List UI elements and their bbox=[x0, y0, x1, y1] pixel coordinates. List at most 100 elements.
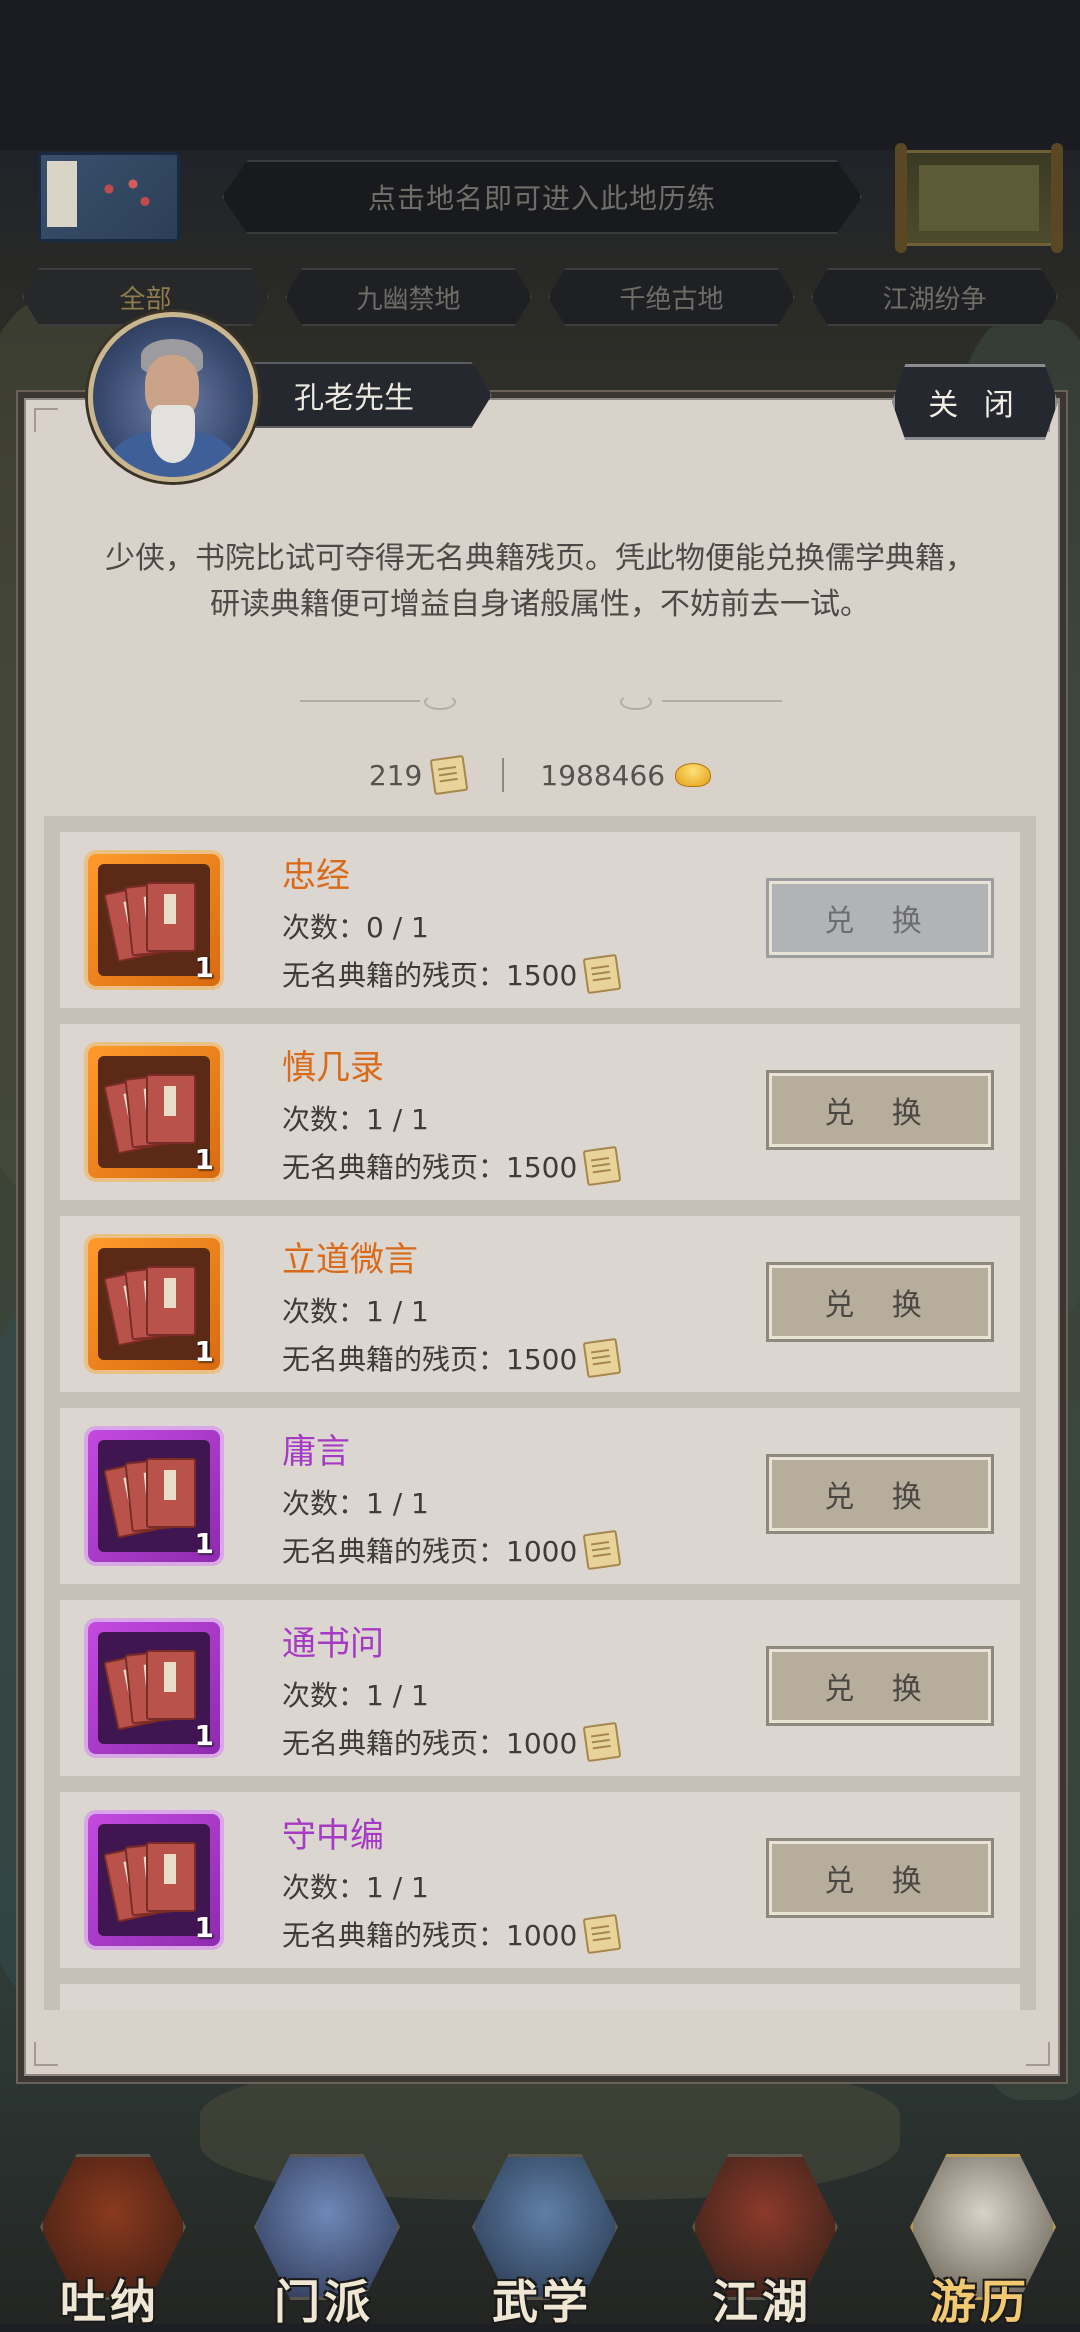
page-fragment-icon bbox=[582, 1145, 622, 1187]
item-count: 次数：1 / 1 bbox=[282, 1679, 429, 1712]
dialog-corner bbox=[34, 408, 58, 432]
region-tab-jiuyou[interactable]: 九幽禁地 bbox=[285, 268, 532, 326]
region-tab-label: 全部 bbox=[119, 284, 172, 315]
exchange-button-label: 兑 换 bbox=[824, 1672, 936, 1707]
item-name: 通书问 bbox=[282, 1624, 384, 1664]
page-fragment-icon bbox=[582, 1337, 622, 1379]
npc-intro-text: 少侠，书院比试可夺得无名典籍残页。凭此物便能兑换儒学典籍，研读典籍便可增益自身诸… bbox=[105, 541, 975, 622]
item-name: 忠经 bbox=[282, 856, 350, 896]
bottom-nav: 吐纳 门派 武学 江湖 游历 bbox=[0, 2130, 1080, 2329]
list-item: 1 通书问 次数：1 / 1 无名典籍的残页：1000 兑 换 bbox=[60, 1600, 1020, 1776]
item-icon-shenjilu[interactable]: 1 bbox=[84, 1042, 224, 1182]
gold-currency: 1988466 bbox=[540, 758, 712, 792]
gold-amount: 1988466 bbox=[540, 758, 666, 792]
nav-jianghu[interactable]: 江湖 bbox=[688, 2154, 838, 2329]
close-button[interactable]: 关 闭 bbox=[892, 364, 1058, 440]
item-quantity: 1 bbox=[194, 1335, 214, 1368]
exchange-button-label: 兑 换 bbox=[824, 1480, 936, 1515]
region-tab-label: 江湖纷争 bbox=[882, 284, 987, 315]
region-tab-qianjue[interactable]: 千绝古地 bbox=[548, 268, 795, 326]
item-icon-yongyan[interactable]: 1 bbox=[84, 1426, 224, 1566]
list-item: 1 守中编 次数：1 / 1 无名典籍的残页：1000 兑 换 bbox=[60, 1792, 1020, 1968]
book-icon bbox=[146, 1266, 196, 1336]
exchange-button[interactable]: 兑 换 bbox=[766, 1646, 994, 1726]
region-tab-jianghu[interactable]: 江湖纷争 bbox=[811, 268, 1058, 326]
item-cost: 无名典籍的残页：1000 bbox=[282, 1721, 622, 1763]
list-item: 1 慎几录 次数：1 / 1 无名典籍的残页：1500 兑 换 bbox=[60, 1024, 1020, 1200]
item-name: 庸言 bbox=[282, 1432, 350, 1472]
close-button-label: 关 闭 bbox=[928, 388, 1022, 423]
page-fragment-icon bbox=[582, 1529, 622, 1571]
page-fragment-icon bbox=[582, 1913, 622, 1955]
item-cost-text: 无名典籍的残页：1500 bbox=[282, 1151, 578, 1184]
divider-ornament-right bbox=[612, 694, 782, 710]
item-icon-zhongjing[interactable]: 1 bbox=[84, 850, 224, 990]
item-cost-text: 无名典籍的残页：1000 bbox=[282, 1727, 578, 1760]
book-icon bbox=[146, 882, 196, 952]
item-count: 次数：1 / 1 bbox=[282, 1871, 429, 1904]
npc-portrait bbox=[88, 312, 258, 482]
world-map-button[interactable] bbox=[895, 143, 1063, 253]
exchange-button-label: 兑 换 bbox=[824, 1288, 936, 1323]
item-icon-lidaoweiyan[interactable]: 1 bbox=[84, 1234, 224, 1374]
nav-youli[interactable]: 游历 bbox=[906, 2154, 1056, 2329]
item-cost: 无名典籍的残页：1500 bbox=[282, 953, 622, 995]
list-item: 1 立道微言 次数：1 / 1 无名典籍的残页：1500 兑 换 bbox=[60, 1216, 1020, 1392]
currency-separator bbox=[502, 758, 505, 792]
item-cost: 无名典籍的残页：1500 bbox=[282, 1145, 622, 1187]
map-scroll-icon bbox=[919, 165, 1039, 231]
item-count: 次数：1 / 1 bbox=[282, 1487, 429, 1520]
exchange-button[interactable]: 兑 换 bbox=[766, 1454, 994, 1534]
item-name: 立道微言 bbox=[282, 1240, 418, 1280]
book-icon bbox=[146, 1074, 196, 1144]
exchange-button-label: 兑 换 bbox=[824, 1096, 936, 1131]
item-count: 次数：0 / 1 bbox=[282, 911, 429, 944]
exchange-button[interactable]: 兑 换 bbox=[766, 1262, 994, 1342]
list-item-partial bbox=[60, 1984, 1020, 2010]
nav-label: 门派 bbox=[274, 2275, 374, 2329]
dialog-corner bbox=[1026, 2042, 1050, 2066]
page-fragment-icon bbox=[582, 1721, 622, 1763]
item-name: 守中编 bbox=[282, 1816, 384, 1856]
exchange-list[interactable]: 1 忠经 次数：0 / 1 无名典籍的残页：1500 兑 换 1 慎几录 次数：… bbox=[44, 816, 1036, 2010]
exchange-button[interactable]: 兑 换 bbox=[766, 1838, 994, 1918]
item-quantity: 1 bbox=[194, 1143, 214, 1176]
nav-wuxue[interactable]: 武学 bbox=[468, 2154, 618, 2329]
item-quantity: 1 bbox=[194, 1911, 214, 1944]
item-quantity: 1 bbox=[194, 1527, 214, 1560]
item-name: 慎几录 bbox=[282, 1048, 384, 1088]
scroll-paper bbox=[47, 161, 77, 227]
item-count: 次数：1 / 1 bbox=[282, 1103, 429, 1136]
exchange-button[interactable]: 兑 换 bbox=[766, 1070, 994, 1150]
list-item: 1 庸言 次数：1 / 1 无名典籍的残页：1000 兑 换 bbox=[60, 1408, 1020, 1584]
map-hint-text: 点击地名即可进入此地历练 bbox=[367, 182, 716, 215]
chronicle-scroll-button[interactable] bbox=[38, 152, 180, 242]
currency-bar: 219 1988466 bbox=[0, 750, 1080, 800]
book-icon bbox=[146, 1458, 196, 1528]
item-icon-tongshuwen[interactable]: 1 bbox=[84, 1618, 224, 1758]
nav-tuna[interactable]: 吐纳 bbox=[36, 2154, 186, 2329]
pages-amount: 219 bbox=[368, 758, 423, 792]
map-hint-bar: 点击地名即可进入此地历练 bbox=[222, 160, 862, 234]
nav-label: 游历 bbox=[930, 2275, 1030, 2329]
page-fragment-icon bbox=[582, 953, 622, 995]
item-cost-text: 无名典籍的残页：1000 bbox=[282, 1919, 578, 1952]
item-icon-shouzhongbian[interactable]: 1 bbox=[84, 1810, 224, 1950]
exchange-button[interactable]: 兑 换 bbox=[766, 878, 994, 958]
region-tab-label: 九幽禁地 bbox=[356, 284, 461, 315]
exchange-button-label: 兑 换 bbox=[824, 904, 936, 939]
item-quantity: 1 bbox=[194, 1719, 214, 1752]
gold-ingot-icon bbox=[675, 763, 712, 787]
item-cost-text: 无名典籍的残页：1000 bbox=[282, 1535, 578, 1568]
exchange-button-label: 兑 换 bbox=[824, 1864, 936, 1899]
dialog-corner bbox=[34, 2042, 58, 2066]
nav-label: 武学 bbox=[492, 2275, 592, 2329]
top-bar-background bbox=[0, 0, 1080, 150]
book-icon bbox=[146, 1650, 196, 1720]
item-cost-text: 无名典籍的残页：1500 bbox=[282, 1343, 578, 1376]
item-cost: 无名典籍的残页：1000 bbox=[282, 1913, 622, 1955]
item-quantity: 1 bbox=[194, 951, 214, 984]
item-cost: 无名典籍的残页：1500 bbox=[282, 1337, 622, 1379]
pages-currency: 219 bbox=[368, 754, 469, 796]
nav-menpai[interactable]: 门派 bbox=[250, 2154, 400, 2329]
